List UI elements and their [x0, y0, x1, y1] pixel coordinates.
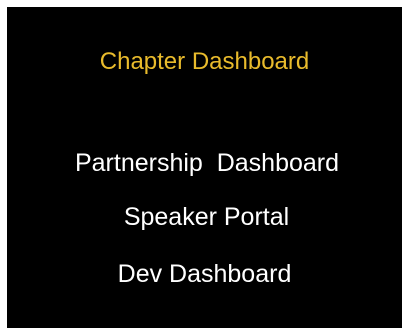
menu-item-chapter-dashboard[interactable]: Chapter Dashboard [7, 50, 402, 74]
menu-item-dev-dashboard[interactable]: Dev Dashboard [7, 262, 402, 287]
menu-item-partnership-dashboard[interactable]: Partnership Dashboard [7, 151, 402, 176]
menu-item-speaker-portal[interactable]: Speaker Portal [7, 205, 402, 230]
navigation-menu: Chapter Dashboard Partnership Dashboard … [7, 7, 402, 328]
